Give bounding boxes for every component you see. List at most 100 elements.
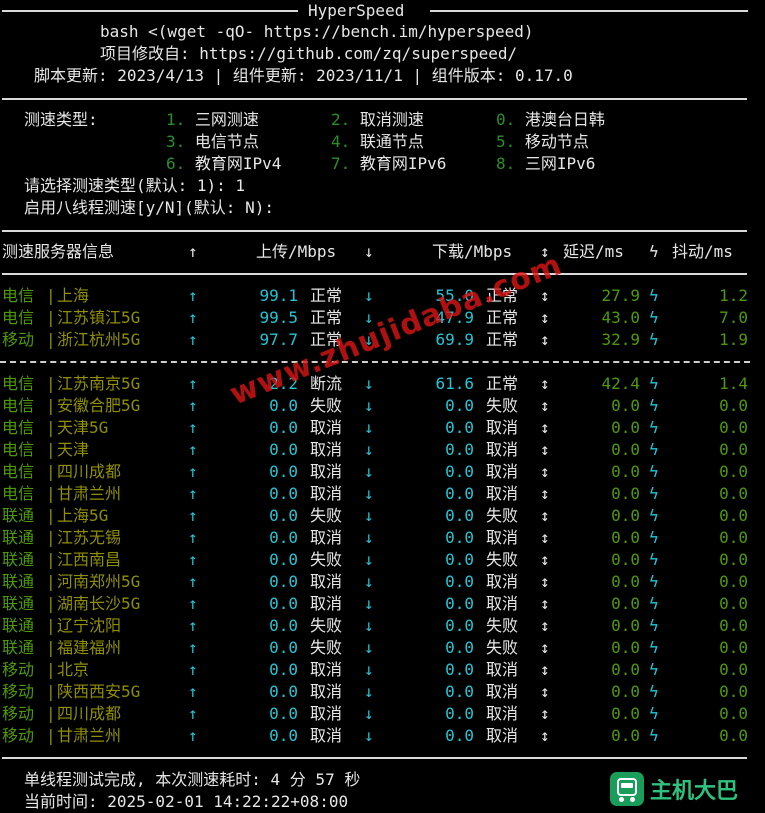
down-arrow-icon: ↓ [364,374,374,393]
updown-arrow-icon: ↕ [540,616,550,635]
separator: | [46,484,56,503]
upload-value: 0.0 [269,440,298,459]
down-arrow-icon: ↓ [364,418,374,437]
jitter-value: 0.0 [719,572,748,591]
upload-value: 0.0 [269,704,298,723]
latency-value: 0.0 [611,440,640,459]
separator: | [46,528,56,547]
menu-option-2[interactable]: 2. 取消测速 [331,109,424,131]
jitter-value: 0.0 [719,440,748,459]
menu-option-1[interactable]: 1. 三网测速 [166,109,259,131]
separator: | [46,506,56,525]
menu-label: 测速类型: [24,110,98,129]
down-arrow-icon: ↓ [364,572,374,591]
latency-value: 0.0 [611,506,640,525]
updown-arrow-icon: ↕ [540,330,550,349]
separator: | [46,616,56,635]
separator: | [46,572,56,591]
download-status: 取消 [486,660,519,679]
up-arrow-icon: ↑ [188,330,198,349]
upload-status: 取消 [310,484,343,503]
up-arrow-icon: ↑ [188,440,198,459]
location: 江苏无锡 [57,528,122,547]
updown-arrow-icon: ↕ [540,704,550,723]
latency-value: 0.0 [611,462,640,481]
up-arrow-icon: ↑ [188,484,198,503]
menu-option-6[interactable]: 6. 教育网IPv4 [166,153,281,175]
menu-option-7[interactable]: 7. 教育网IPv6 [331,153,446,175]
bolt-icon: ϟ [649,418,659,437]
up-arrow-icon: ↑ [188,572,198,591]
bolt-icon: ϟ [649,528,659,547]
title-bar: HyperSpeed [0,0,750,22]
menu-option-4[interactable]: 4. 联通节点 [331,131,424,153]
down-arrow-icon: ↓ [364,440,374,459]
bolt-icon: ϟ [649,550,659,569]
separator: | [46,396,56,415]
download-status: 失败 [486,550,519,569]
jitter-value: 0.0 [719,638,748,657]
download-status: 取消 [486,440,519,459]
location: 北京 [57,660,90,679]
upload-status: 失败 [310,506,343,525]
jitter-value: 7.0 [719,308,748,327]
bolt-icon: ϟ [649,616,659,635]
download-status: 取消 [486,726,519,745]
location: 湖南长沙5G [57,594,141,613]
latency-value: 0.0 [611,528,640,547]
updown-arrow-icon: ↕ [540,528,550,547]
menu-option-5[interactable]: 5. 移动节点 [496,131,589,153]
isp-name: 电信 [2,286,35,305]
bolt-icon: ϟ [649,726,659,745]
download-value: 0.0 [445,616,474,635]
col-server: 测速服务器信息 [2,242,115,261]
bolt-icon: ϟ [649,682,659,701]
isp-name: 联通 [2,616,35,635]
latency-value: 0.0 [611,484,640,503]
menu-option-8[interactable]: 8. 三网IPv6 [496,153,595,175]
bolt-icon: ϟ [649,462,659,481]
version-line: 脚本更新: 2023/4/13 | 组件更新: 2023/11/1 | 组件版本… [34,66,573,85]
jitter-value: 0.0 [719,396,748,415]
upload-status: 取消 [310,682,343,701]
down-arrow-icon: ↓ [364,638,374,657]
down-arrow-icon: ↓ [364,286,374,305]
bolt-icon: ϟ [649,242,659,261]
separator: | [46,726,56,745]
jitter-value: 0.0 [719,528,748,547]
divider [2,98,747,100]
down-arrow-icon: ↓ [364,396,374,415]
latency-value: 0.0 [611,638,640,657]
latency-value: 0.0 [611,660,640,679]
menu-option-0[interactable]: 0. 港澳台日韩 [496,109,605,131]
separator: | [46,418,56,437]
bolt-icon: ϟ [649,594,659,613]
separator: | [46,286,56,305]
upload-value: 0.0 [269,418,298,437]
menu-option-3[interactable]: 3. 电信节点 [166,131,259,153]
download-status: 取消 [486,572,519,591]
download-value: 0.0 [445,418,474,437]
isp-name: 电信 [2,418,35,437]
up-arrow-icon: ↑ [188,550,198,569]
up-arrow-icon: ↑ [188,594,198,613]
updown-arrow-icon: ↕ [540,726,550,745]
separator: | [46,374,56,393]
download-value: 69.9 [435,330,474,349]
jitter-value: 0.0 [719,550,748,569]
isp-name: 联通 [2,550,35,569]
isp-name: 联通 [2,572,35,591]
isp-name: 联通 [2,528,35,547]
bolt-icon: ϟ [649,704,659,723]
latency-value: 42.4 [601,374,640,393]
updown-arrow-icon: ↕ [540,374,550,393]
up-arrow-icon: ↑ [188,704,198,723]
up-arrow-icon: ↑ [188,616,198,635]
divider [2,273,747,275]
down-arrow-icon: ↓ [364,506,374,525]
bolt-icon: ϟ [649,286,659,305]
download-status: 正常 [486,374,519,393]
prompt-test-type: 请选择测速类型(默认: 1): 1 [24,176,246,195]
up-arrow-icon: ↑ [188,660,198,679]
download-value: 0.0 [445,704,474,723]
